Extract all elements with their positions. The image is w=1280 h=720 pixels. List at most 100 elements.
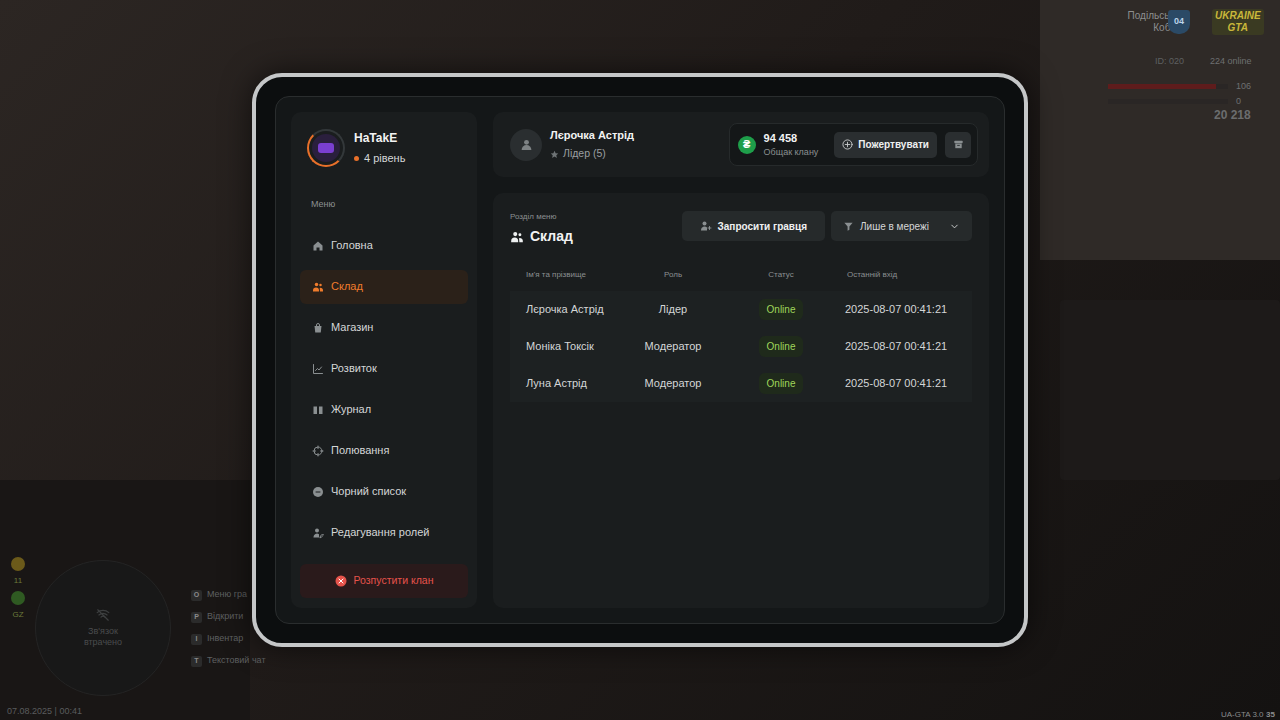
group-icon bbox=[312, 281, 324, 293]
fps: 35 bbox=[1266, 709, 1275, 720]
side-stats: 11GZ bbox=[8, 557, 28, 621]
game-logo: UKRAINEGTA bbox=[1212, 9, 1264, 35]
keybind-label: Відкрити bbox=[207, 610, 243, 624]
table-cell: 2025-08-07 00:41:21 bbox=[841, 338, 972, 355]
no-signal-icon bbox=[96, 608, 110, 622]
key-cap: T bbox=[191, 656, 202, 667]
key-letter: I bbox=[196, 634, 198, 645]
status-cell: Online bbox=[721, 373, 841, 394]
column-header: Останній вхід bbox=[841, 269, 972, 281]
leader-role: Лідер (5) bbox=[550, 146, 634, 162]
keybind-label: Текстовий чат bbox=[207, 654, 266, 668]
minimap: Зв'язок втрачено bbox=[35, 560, 171, 696]
column-header: Ім'я та прізвище bbox=[510, 269, 625, 281]
stat-dot bbox=[11, 591, 25, 605]
close-icon bbox=[335, 575, 347, 587]
region-badge: 04 bbox=[1168, 10, 1190, 34]
user-edit-icon bbox=[312, 527, 324, 539]
clan-bank: ₴94 458Общак клануПожертвувати bbox=[729, 123, 978, 166]
minimap-text: Зв'язок втрачено bbox=[71, 626, 135, 648]
table-row[interactable]: Моніка ТоксікМодератор Online 2025-08-07 0… bbox=[510, 328, 972, 365]
profile-name: HaTakE bbox=[354, 129, 405, 147]
table-cell: Модератор bbox=[625, 375, 721, 392]
table-cell: Модератор bbox=[625, 338, 721, 355]
sidebar-item[interactable]: Чорний список bbox=[300, 475, 468, 509]
column-header: Статус bbox=[721, 269, 841, 281]
group-icon bbox=[510, 230, 524, 244]
tablet-frame: HaTakE 4 рівень Меню Головна Склад Магазин Роз… bbox=[252, 73, 1028, 647]
dissolve-button[interactable]: Розпустити клан bbox=[300, 564, 468, 598]
table-cell: Лідер bbox=[625, 301, 721, 318]
key-letter: O bbox=[194, 590, 199, 601]
table-cell: 2025-08-07 00:41:21 bbox=[841, 375, 972, 392]
invite-label: Запросити гравця bbox=[718, 219, 807, 234]
menu-caption: Меню bbox=[300, 198, 468, 212]
key-cap: I bbox=[191, 634, 202, 645]
filter-dropdown[interactable]: Лише в мережі bbox=[831, 211, 972, 241]
profile-info: HaTakE 4 рівень bbox=[354, 129, 405, 167]
sidebar-label: Редагування ролей bbox=[331, 524, 429, 541]
sidebar-item[interactable]: Журнал bbox=[300, 393, 468, 427]
table-cell: Моніка Токсік bbox=[510, 338, 625, 355]
avatar-image bbox=[312, 134, 340, 162]
home-icon bbox=[312, 240, 324, 252]
avatar bbox=[307, 129, 345, 167]
clan-header: Лєрочка АстрідЛідер (5)₴94 458Общак клан… bbox=[493, 112, 989, 177]
sidebar-item[interactable]: Магазин bbox=[300, 311, 468, 345]
logo-line: GTA bbox=[1228, 22, 1248, 34]
status-cell: Online bbox=[721, 336, 841, 357]
sidebar-label: Полювання bbox=[331, 442, 389, 459]
archive-button[interactable] bbox=[945, 132, 971, 158]
key-cap: P bbox=[191, 612, 202, 623]
section-panel: Розділ меню Склад Запросити гравця Лише в м… bbox=[493, 193, 989, 608]
leader-name: Лєрочка Астрід bbox=[550, 127, 634, 144]
sidebar-item[interactable]: Полювання bbox=[300, 434, 468, 468]
status-badge: Online bbox=[759, 373, 804, 394]
user-plus-icon bbox=[700, 220, 712, 232]
section-heading: Розділ меню Склад bbox=[510, 211, 573, 247]
health-fill bbox=[1108, 84, 1216, 89]
cabinet-block bbox=[1060, 300, 1280, 480]
archive-icon bbox=[953, 139, 964, 150]
table-header: Ім'я та прізвищеРольСтатусОстанній вхід bbox=[510, 268, 972, 282]
profile-level: 4 рівень bbox=[354, 150, 405, 167]
funnel-icon bbox=[843, 221, 854, 232]
donate-button[interactable]: Пожертвувати bbox=[834, 132, 937, 158]
keybind-label: Інвентар bbox=[207, 632, 243, 646]
status-badge: Online bbox=[759, 336, 804, 357]
sidebar-label: Розвиток bbox=[331, 360, 377, 377]
region-badge-text: 04 bbox=[1174, 15, 1184, 29]
block-icon bbox=[312, 486, 324, 498]
section-title: Склад bbox=[530, 226, 573, 247]
chevron-down-icon bbox=[949, 221, 960, 232]
level-dot bbox=[354, 156, 359, 161]
section-caption: Розділ меню bbox=[510, 211, 573, 223]
sidebar-item[interactable]: Розвиток bbox=[300, 352, 468, 386]
section-top: Розділ меню Склад Запросити гравця Лише в м… bbox=[510, 211, 972, 247]
level-text: 4 рівень bbox=[364, 150, 405, 167]
armor-reading: 0 bbox=[1236, 95, 1241, 109]
book-icon bbox=[312, 404, 324, 416]
table-cell: Луна Астрід bbox=[510, 375, 625, 392]
money: 20 218 bbox=[1214, 106, 1251, 124]
sidebar-label: Склад bbox=[331, 278, 363, 295]
sidebar-item[interactable]: Головна bbox=[300, 229, 468, 263]
logo-line: UKRAINE bbox=[1215, 10, 1261, 22]
stat-text: 11 bbox=[14, 575, 22, 587]
dissolve-label: Розпустити клан bbox=[354, 573, 434, 589]
version: UA-GTA 3.0 bbox=[1221, 709, 1264, 720]
section-title-row: Склад bbox=[510, 226, 573, 247]
filter-label: Лише в мережі bbox=[860, 219, 943, 234]
main-column: Лєрочка АстрідЛідер (5)₴94 458Общак клан… bbox=[493, 112, 989, 608]
table-cell: Лєрочка Астрід bbox=[510, 301, 625, 318]
table-row[interactable]: Лєрочка АстрідЛідерOnline2025-08-07 00:4… bbox=[510, 291, 972, 328]
invite-button[interactable]: Запросити гравця bbox=[682, 211, 825, 241]
crosshair-icon bbox=[312, 445, 324, 457]
sidebar-item[interactable]: Склад bbox=[300, 270, 468, 304]
key-letter: P bbox=[194, 612, 199, 623]
bank-text: 94 458Общак клану bbox=[764, 130, 819, 160]
table-row[interactable]: Луна АстрідМодератор Online 2025-08-07 00:… bbox=[510, 365, 972, 402]
plus-circle-icon bbox=[842, 139, 853, 150]
sidebar-item[interactable]: Редагування ролей bbox=[300, 516, 468, 550]
health-track bbox=[1108, 84, 1228, 89]
